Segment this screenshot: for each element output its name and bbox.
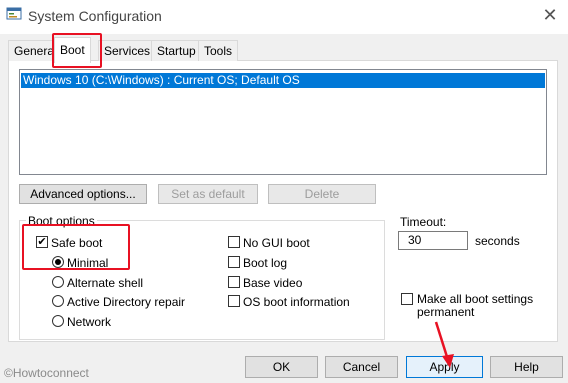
advanced-options-button[interactable]: Advanced options... xyxy=(19,184,147,204)
radio-active-directory-repair[interactable] xyxy=(52,295,64,307)
boot-log-label: Boot log xyxy=(243,256,288,270)
base-video-label: Base video xyxy=(243,276,303,290)
os-list[interactable]: Windows 10 (C:\Windows) : Current OS; De… xyxy=(19,69,547,175)
timeout-unit-label: seconds xyxy=(475,234,520,248)
watermark: ©Howtoconnect xyxy=(4,366,89,380)
timeout-label: Timeout: xyxy=(400,215,447,229)
delete-button[interactable]: Delete xyxy=(268,184,376,204)
ok-button[interactable]: OK xyxy=(245,356,318,378)
timeout-input[interactable]: 30 xyxy=(398,231,468,250)
cancel-button[interactable]: Cancel xyxy=(325,356,398,378)
radio-alternate-shell[interactable] xyxy=(52,276,64,288)
no-gui-boot-checkbox[interactable] xyxy=(228,236,240,248)
tab-startup[interactable]: Startup xyxy=(151,40,202,61)
radio-alternate-shell-label: Alternate shell xyxy=(67,276,144,290)
radio-network[interactable] xyxy=(52,315,64,327)
os-list-item[interactable]: Windows 10 (C:\Windows) : Current OS; De… xyxy=(21,73,545,88)
make-permanent-checkbox[interactable] xyxy=(401,293,413,305)
tab-boot[interactable]: Boot xyxy=(54,37,91,63)
radio-active-directory-repair-label: Active Directory repair xyxy=(67,295,186,309)
os-boot-information-checkbox[interactable] xyxy=(228,295,240,307)
window-title: System Configuration xyxy=(28,8,162,24)
system-config-icon xyxy=(6,6,22,22)
no-gui-boot-label: No GUI boot xyxy=(243,236,310,250)
tab-tools[interactable]: Tools xyxy=(198,40,239,61)
close-icon: ✕ xyxy=(542,4,558,25)
close-button[interactable]: ✕ xyxy=(538,4,562,26)
radio-network-label: Network xyxy=(67,315,112,329)
arrow-icon xyxy=(434,321,454,368)
help-button[interactable]: Help xyxy=(490,356,563,378)
tab-services[interactable]: Services xyxy=(98,40,157,61)
set-as-default-button[interactable]: Set as default xyxy=(158,184,258,204)
safe-boot-highlight xyxy=(22,224,130,270)
boot-log-checkbox[interactable] xyxy=(228,256,240,268)
make-permanent-label: Make all boot settings permanent xyxy=(417,292,534,319)
os-boot-information-label: OS boot information xyxy=(243,295,350,309)
base-video-checkbox[interactable] xyxy=(228,276,240,288)
